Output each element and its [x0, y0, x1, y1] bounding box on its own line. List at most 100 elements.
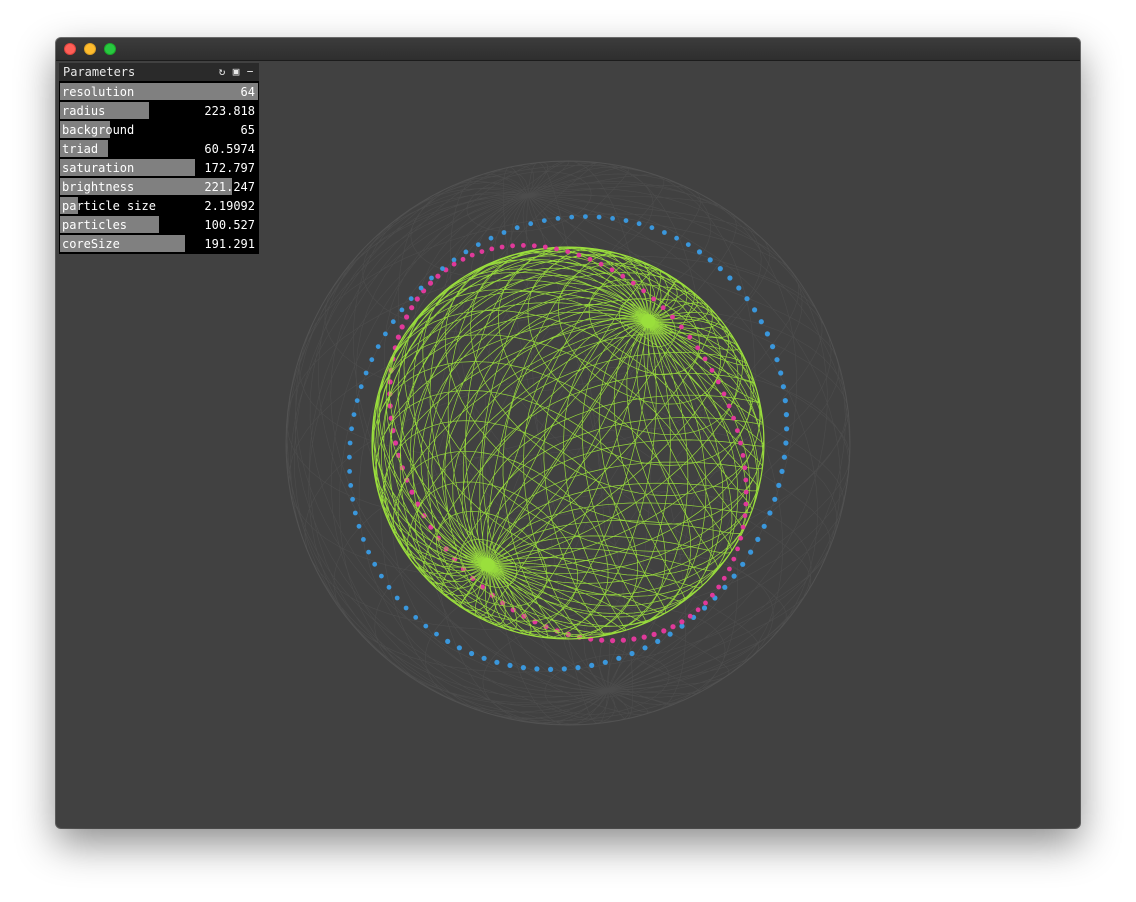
slider-brightness[interactable]: brightness 221.247 [60, 178, 258, 195]
particle [434, 631, 439, 637]
particle [414, 296, 420, 302]
particle [440, 266, 445, 271]
particle [609, 267, 615, 273]
particle [356, 523, 362, 529]
particle [347, 469, 352, 474]
particle [575, 665, 581, 671]
slider-saturation[interactable]: saturation 172.797 [60, 159, 258, 176]
particle [587, 256, 593, 262]
particle [602, 659, 608, 665]
minimize-icon[interactable]: − [245, 65, 255, 79]
particle [778, 370, 784, 376]
particle [755, 536, 761, 542]
particle [541, 218, 547, 224]
parameters-panel-title: Parameters [63, 65, 136, 79]
parameters-panel: Parameters ↻ ▣ − resolution 64 radius 223.8… [59, 63, 259, 254]
particle [620, 637, 627, 643]
slider-label: particles [62, 218, 128, 232]
particle [649, 225, 655, 231]
particle [717, 266, 723, 272]
particle [456, 645, 462, 651]
slider-label: coreSize [62, 237, 120, 251]
particle [369, 357, 375, 363]
particle [709, 367, 715, 373]
refresh-icon[interactable]: ↻ [217, 65, 227, 79]
particle [715, 379, 721, 385]
slider-triad[interactable]: triad 60.5974 [60, 140, 258, 157]
particle [642, 645, 648, 651]
particle [743, 489, 749, 495]
particle [610, 638, 616, 644]
particle [662, 230, 667, 235]
particle [738, 440, 743, 446]
outer-wireframe-sphere [285, 160, 851, 726]
particle [418, 285, 424, 291]
particle [521, 243, 526, 248]
particle [534, 666, 540, 672]
particle [379, 573, 384, 579]
particle [742, 513, 748, 519]
particle [427, 280, 434, 286]
slider-resolution[interactable]: resolution 64 [60, 83, 258, 100]
particle [620, 273, 626, 279]
particle [743, 477, 749, 483]
particle [726, 403, 732, 409]
particle [781, 454, 788, 460]
particle [744, 296, 750, 302]
slider-background[interactable]: background 65 [60, 121, 258, 138]
particle [499, 244, 505, 250]
particle [565, 249, 571, 255]
particle [589, 662, 595, 669]
slider-particle-size[interactable]: particle size 2.19092 [60, 197, 258, 214]
particle [636, 221, 642, 227]
slider-value: 223.818 [204, 104, 255, 118]
particle [469, 650, 475, 657]
particle [761, 523, 767, 529]
particle [727, 275, 733, 281]
particle [758, 319, 764, 325]
particle [366, 549, 371, 555]
particle [429, 275, 434, 281]
slider-radius[interactable]: radius 223.818 [60, 102, 258, 119]
particle [583, 214, 588, 220]
particle [670, 624, 676, 630]
slider-label: radius [62, 104, 106, 118]
slider-coresize[interactable]: coreSize 191.291 [60, 235, 258, 252]
particle [641, 634, 647, 640]
particle [399, 307, 405, 313]
particle [514, 225, 520, 231]
particle [702, 356, 708, 362]
title-bar[interactable] [56, 38, 1080, 61]
slider-value: 100.527 [204, 218, 255, 232]
slider-particles[interactable]: particles 100.527 [60, 216, 258, 233]
particle [685, 242, 691, 248]
parameters-panel-header[interactable]: Parameters ↻ ▣ − [59, 63, 259, 82]
zoom-window-button[interactable] [104, 43, 116, 55]
close-window-button[interactable] [64, 43, 76, 55]
particle [610, 216, 615, 221]
particle [767, 510, 773, 516]
particle [542, 244, 548, 250]
particle [358, 384, 364, 390]
particle [695, 345, 701, 351]
slider-value: 60.5974 [204, 142, 255, 156]
slider-value: 172.797 [204, 161, 255, 175]
particle [354, 398, 360, 403]
particle [599, 637, 605, 643]
particle [667, 631, 673, 637]
slider-label: triad [62, 142, 99, 156]
particle [475, 242, 481, 248]
save-icon[interactable]: ▣ [231, 65, 241, 79]
particle [347, 454, 352, 460]
wireframe-mesh [285, 160, 851, 726]
particle [770, 344, 776, 350]
slider-label: background [62, 123, 135, 137]
minimize-window-button[interactable] [84, 43, 96, 55]
slider-value: 221.247 [204, 180, 255, 194]
particle [742, 465, 748, 471]
slider-label: brightness [62, 180, 135, 194]
slider-label: resolution [62, 85, 135, 99]
slider-label: particle size [62, 199, 156, 213]
sphere-pole [480, 557, 495, 572]
render-canvas[interactable]: Parameters ↻ ▣ − resolution 64 radius 223.8… [56, 60, 1080, 828]
